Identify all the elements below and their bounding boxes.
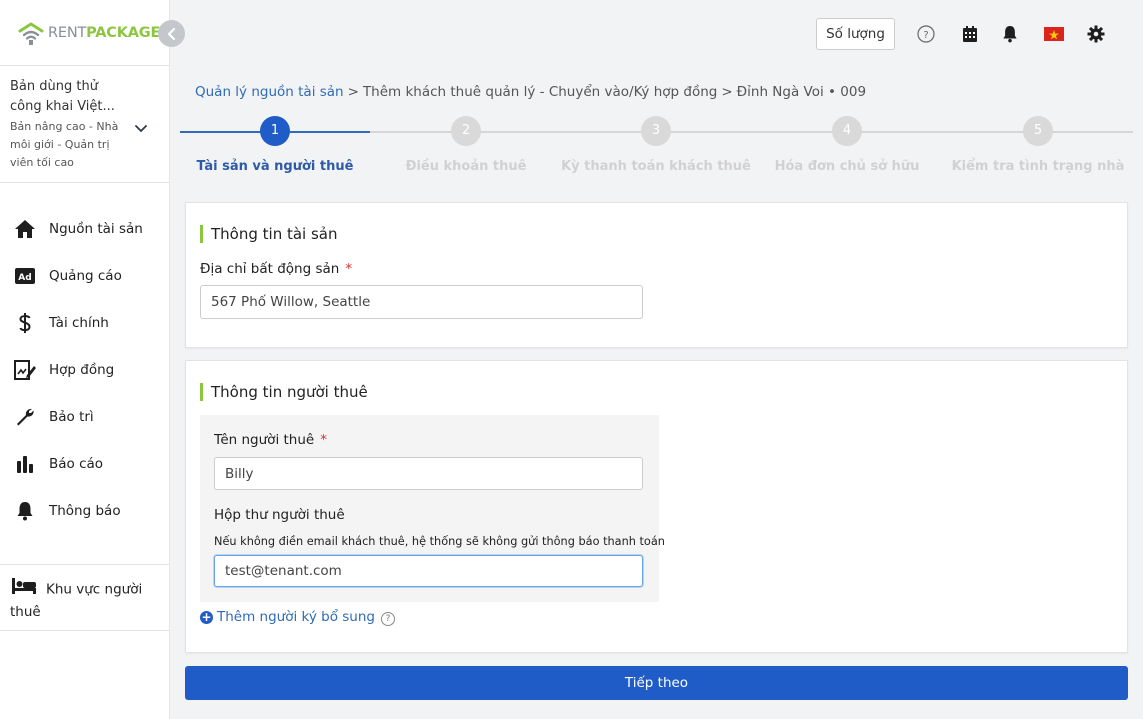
step-number: 5 bbox=[1023, 116, 1053, 146]
main-content: Quản lý nguồn tài sản > Thêm khách thuê qu… bbox=[170, 66, 1143, 719]
svg-text:?: ? bbox=[923, 30, 928, 41]
tenant-info-card: Thông tin người thuê Tên người thuê * Bil… bbox=[185, 360, 1128, 653]
sidebar-nav: Nguồn tài sản Ad Quảng cáo Tài chính Hợp… bbox=[0, 205, 170, 534]
vietnam-flag-icon[interactable] bbox=[1043, 24, 1065, 44]
step-number: 1 bbox=[260, 116, 290, 146]
sidebar-item-notifications[interactable]: Thông báo bbox=[0, 487, 170, 534]
sidebar-item-assets[interactable]: Nguồn tài sản bbox=[0, 205, 170, 252]
topbar: Số lượng ? bbox=[170, 0, 1143, 66]
bell-icon[interactable] bbox=[1000, 24, 1020, 44]
help-icon[interactable]: ? bbox=[916, 24, 936, 44]
breadcrumb: Quản lý nguồn tài sản > Thêm khách thuê qu… bbox=[195, 84, 866, 100]
plan-description: Bản nâng cao - Nhà môi giới - Quản trị v… bbox=[10, 120, 119, 169]
tenant-name-input[interactable]: Billy bbox=[214, 457, 643, 490]
divider bbox=[0, 182, 170, 183]
tenant-name-label-text: Tên người thuê bbox=[214, 432, 315, 448]
ad-icon: Ad bbox=[14, 265, 36, 287]
step-label: Kiểm tra tình trạng nhà bbox=[951, 159, 1125, 174]
property-info-card: Thông tin tài sản Địa chỉ bất động sản * … bbox=[185, 202, 1128, 348]
svg-text:Ad: Ad bbox=[18, 273, 31, 283]
help-icon[interactable]: ? bbox=[381, 612, 395, 626]
breadcrumb-current: Đỉnh Ngà Voi • 009 bbox=[736, 84, 867, 100]
sidebar-item-label: Hợp đồng bbox=[49, 361, 115, 378]
stepper: 1 Tài sản và người thuê 2 Điều khoản thu… bbox=[180, 116, 1133, 186]
step-number: 4 bbox=[832, 116, 862, 146]
sidebar-item-label: Tài chính bbox=[49, 314, 109, 331]
divider bbox=[0, 564, 170, 565]
sidebar-item-label: Quảng cáo bbox=[49, 267, 122, 284]
step-3[interactable]: 3 Kỳ thanh toán khách thuê bbox=[561, 116, 751, 174]
tenant-form-box: Tên người thuê * Billy Hộp thư người thuê… bbox=[200, 415, 665, 602]
sidebar-item-maintenance[interactable]: Bảo trì bbox=[0, 393, 170, 440]
sidebar-item-finance[interactable]: Tài chính bbox=[0, 299, 170, 346]
required-mark: * bbox=[320, 432, 327, 448]
address-label: Địa chỉ bất động sản * bbox=[200, 261, 352, 277]
step-5[interactable]: 5 Kiểm tra tình trạng nhà bbox=[943, 116, 1133, 174]
step-label: Điều khoản thuê bbox=[405, 159, 527, 174]
step-label: Kỳ thanh toán khách thuê bbox=[561, 159, 751, 174]
bar-chart-icon bbox=[14, 453, 36, 475]
bell-icon bbox=[14, 500, 36, 522]
step-label: Hóa đơn chủ sở hữu bbox=[774, 159, 920, 174]
sidebar: RENTPACKAGE Bản dùng thử công khai Việt.… bbox=[0, 0, 170, 719]
chevron-down-icon[interactable] bbox=[134, 119, 148, 138]
required-mark: * bbox=[345, 261, 353, 277]
quantity-button[interactable]: Số lượng bbox=[816, 18, 895, 50]
logo[interactable]: RENTPACKAGE bbox=[17, 18, 160, 48]
card-title: Thông tin người thuê bbox=[200, 383, 368, 401]
logo-rent-text: RENT bbox=[48, 25, 87, 41]
wrench-icon bbox=[14, 406, 36, 428]
divider bbox=[0, 630, 170, 631]
email-hint: Nếu không điền email khách thuê, hệ thốn… bbox=[214, 535, 665, 548]
sidebar-item-tenant-zone[interactable]: Khu vực người thuê bbox=[10, 578, 160, 623]
logo-text: RENTPACKAGE bbox=[48, 25, 160, 41]
sidebar-item-label: Báo cáo bbox=[49, 455, 104, 472]
add-signer-link[interactable]: + Thêm người ký bổ sung? bbox=[200, 608, 395, 626]
breadcrumb-root-link[interactable]: Quản lý nguồn tài sản bbox=[195, 84, 344, 100]
calendar-icon[interactable] bbox=[960, 24, 980, 44]
card-title: Thông tin tài sản bbox=[200, 225, 338, 243]
step-4[interactable]: 4 Hóa đơn chủ sở hữu bbox=[752, 116, 942, 174]
next-button[interactable]: Tiếp theo bbox=[185, 666, 1128, 700]
sidebar-item-ads[interactable]: Ad Quảng cáo bbox=[0, 252, 170, 299]
sidebar-item-label: Bảo trì bbox=[49, 408, 94, 425]
step-label: Tài sản và người thuê bbox=[196, 159, 354, 174]
tenant-email-label: Hộp thư người thuê bbox=[214, 507, 345, 523]
divider bbox=[0, 65, 170, 66]
sidebar-item-reports[interactable]: Báo cáo bbox=[0, 440, 170, 487]
step-number: 3 bbox=[641, 116, 671, 146]
breadcrumb-middle: Thêm khách thuê quản lý - Chuyển vào/Ký … bbox=[362, 84, 718, 100]
plus-circle-icon: + bbox=[200, 609, 213, 624]
plan-selector[interactable]: Bản dùng thử công khai Việt... Bản nâng … bbox=[10, 77, 160, 172]
add-signer-label: Thêm người ký bổ sung bbox=[217, 609, 375, 625]
sidebar-item-contracts[interactable]: Hợp đồng bbox=[0, 346, 170, 393]
breadcrumb-separator: > bbox=[347, 84, 359, 100]
address-label-text: Địa chỉ bất động sản bbox=[200, 261, 340, 277]
breadcrumb-separator: > bbox=[721, 84, 733, 100]
plan-name: Bản dùng thử công khai Việt... bbox=[10, 79, 115, 114]
sidebar-item-label: Nguồn tài sản bbox=[49, 220, 143, 237]
home-icon bbox=[14, 218, 36, 240]
dollar-icon bbox=[14, 312, 36, 334]
gear-icon[interactable] bbox=[1086, 24, 1106, 44]
bed-icon bbox=[12, 578, 36, 601]
sidebar-item-label: Thông báo bbox=[49, 502, 121, 519]
collapse-sidebar-button[interactable] bbox=[158, 20, 185, 47]
tenant-email-input[interactable]: test@tenant.com bbox=[214, 555, 643, 587]
logo-package-text: PACKAGE bbox=[86, 25, 161, 41]
step-2[interactable]: 2 Điều khoản thuê bbox=[371, 116, 561, 174]
chevron-left-icon bbox=[167, 27, 175, 40]
tenant-name-label: Tên người thuê * bbox=[214, 432, 327, 448]
wifi-house-logo-icon bbox=[17, 19, 45, 47]
address-input[interactable]: 567 Phố Willow, Seattle bbox=[200, 285, 643, 319]
step-number: 2 bbox=[451, 116, 481, 146]
contract-icon bbox=[14, 359, 36, 381]
step-1[interactable]: 1 Tài sản và người thuê bbox=[180, 116, 370, 174]
